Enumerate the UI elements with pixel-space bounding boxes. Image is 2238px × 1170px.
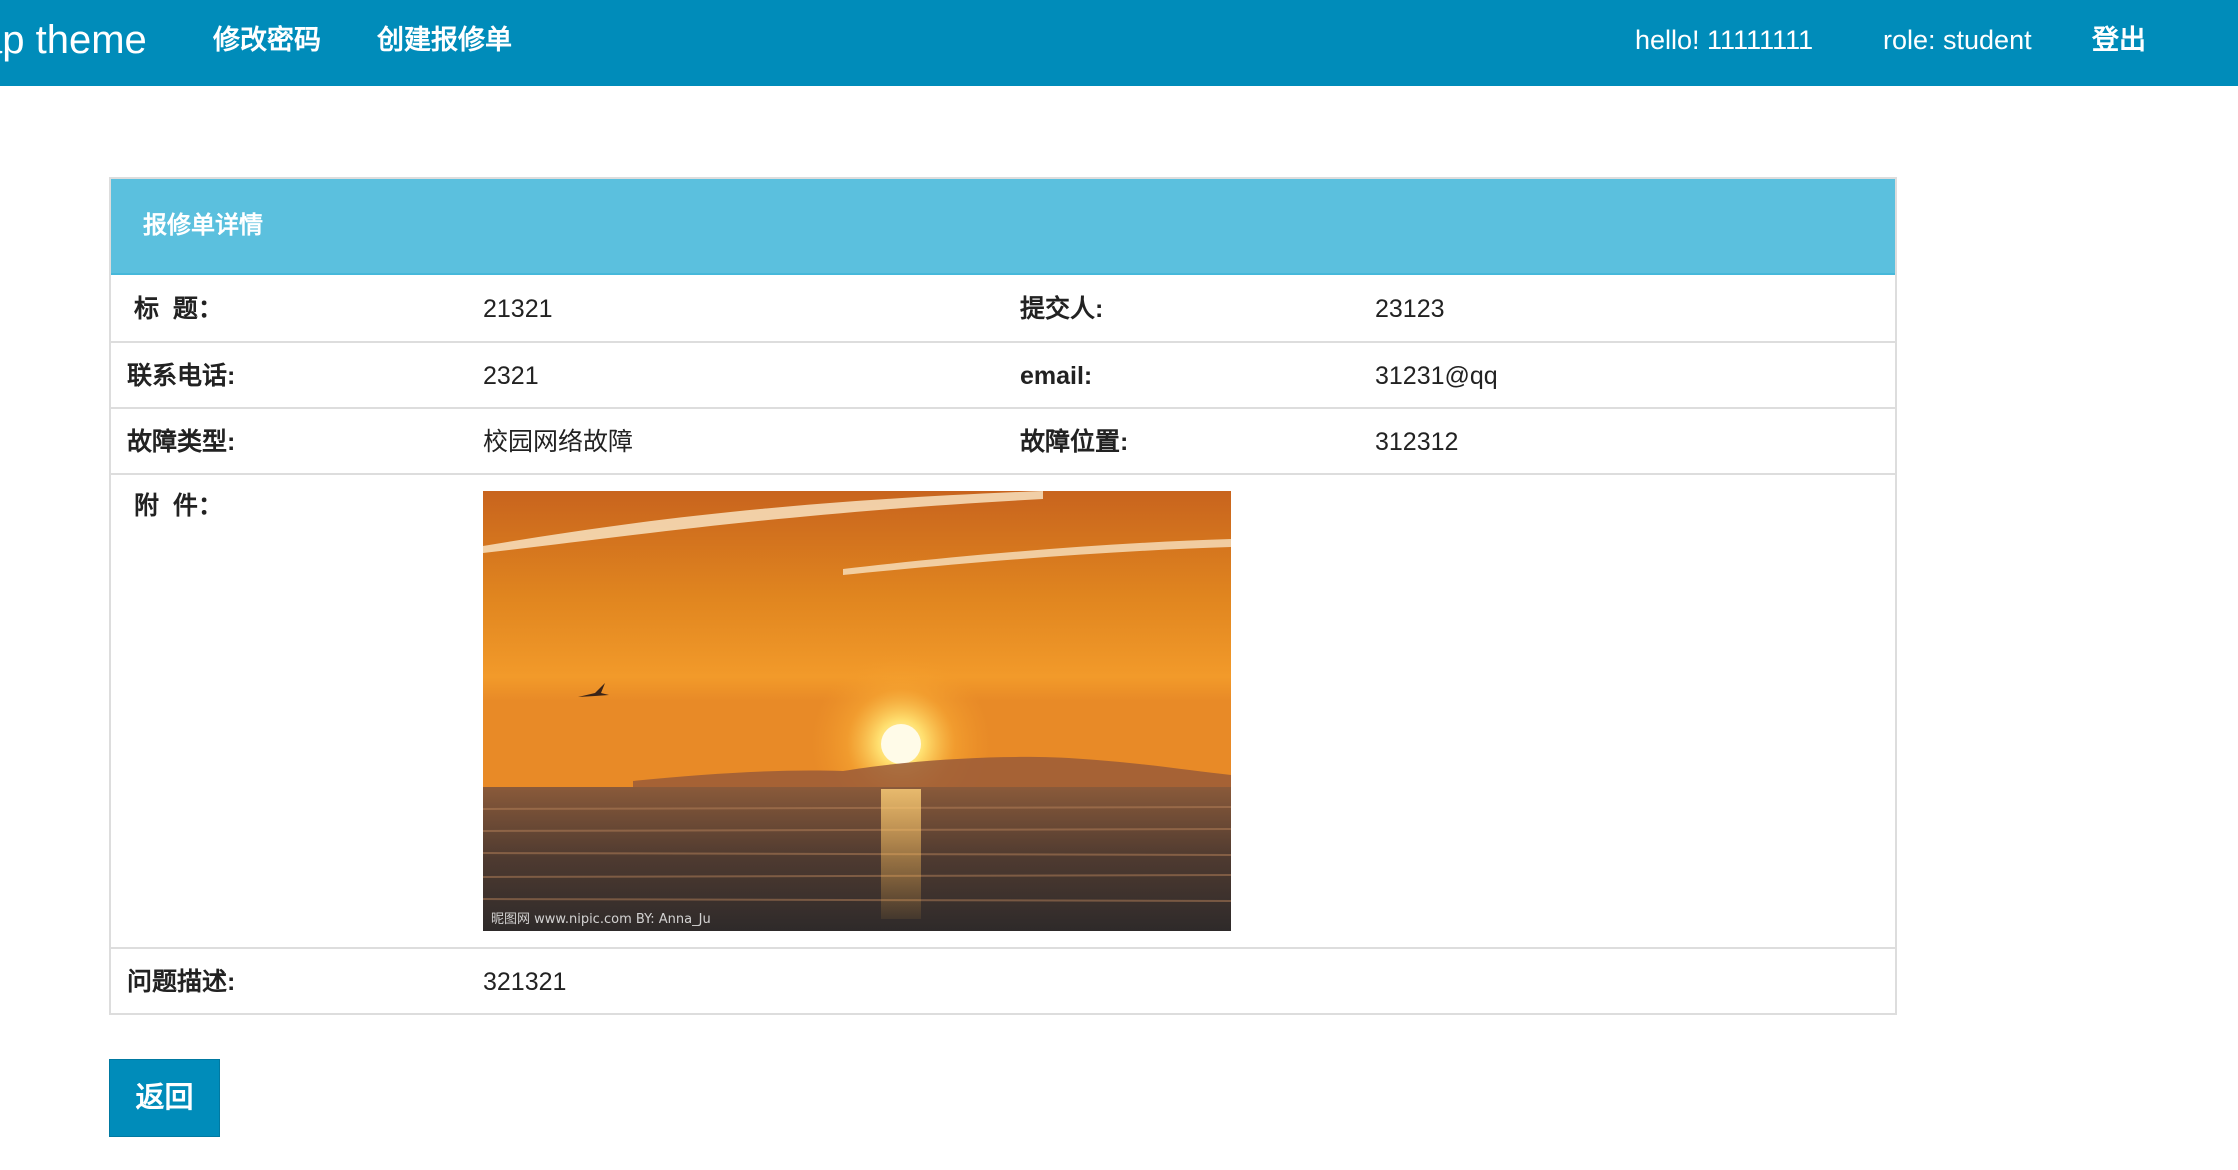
logout-link[interactable]: 登出 [2092, 0, 2146, 80]
fault-location-label: 故障位置: [1020, 428, 1129, 456]
nav-change-password[interactable]: 修改密码 [213, 0, 321, 80]
back-button[interactable]: 返回 [109, 1059, 220, 1137]
description-value: 321321 [483, 968, 567, 996]
brand-title[interactable]: ap theme [0, 0, 147, 86]
svg-text:昵图网 www.nipic.com BY: Anna_J: 昵图网 www.nipic.com BY: Anna_Ju [491, 912, 711, 927]
detail-row-attachment: 附 件： 昵图网 www.nipic.com BY: Anna_Ju [111, 475, 1895, 949]
detail-row-title: 标 题： 21321 提交人: 23123 [111, 275, 1895, 343]
phone-label: 联系电话: [127, 362, 236, 390]
attachment-label: 附 件： [134, 492, 223, 520]
fault-location-value: 312312 [1375, 428, 1459, 456]
submitter-label: 提交人: [1020, 295, 1104, 323]
title-label: 标 题： [134, 295, 223, 323]
detail-row-contact: 联系电话: 2321 email: 31231@qq [111, 343, 1895, 409]
repair-order-detail-panel: 报修单详情 标 题： 21321 提交人: 23123 联系电话: 2321 e… [109, 177, 1897, 1015]
detail-row-fault: 故障类型: 校园网络故障 故障位置: 312312 [111, 409, 1895, 475]
panel-heading: 报修单详情 [111, 179, 1895, 275]
top-navbar: ap theme 修改密码 创建报修单 hello! 11111111 role… [0, 0, 2238, 86]
nav-create-repair-order[interactable]: 创建报修单 [377, 0, 512, 80]
title-value: 21321 [483, 295, 553, 323]
email-value: 31231@qq [1375, 362, 1498, 390]
fault-type-label: 故障类型: [127, 428, 236, 456]
email-label: email: [1020, 362, 1093, 390]
fault-type-value: 校园网络故障 [483, 428, 634, 456]
detail-row-description: 问题描述: 321321 [111, 949, 1895, 1015]
phone-value: 2321 [483, 362, 539, 390]
submitter-value: 23123 [1375, 295, 1445, 323]
attachment-image[interactable]: 昵图网 www.nipic.com BY: Anna_Ju [483, 491, 1231, 931]
description-label: 问题描述: [127, 968, 236, 996]
panel-title: 报修单详情 [143, 212, 263, 239]
user-role: role: student [1883, 25, 2032, 55]
user-greeting: hello! 11111111 [1635, 25, 1814, 55]
